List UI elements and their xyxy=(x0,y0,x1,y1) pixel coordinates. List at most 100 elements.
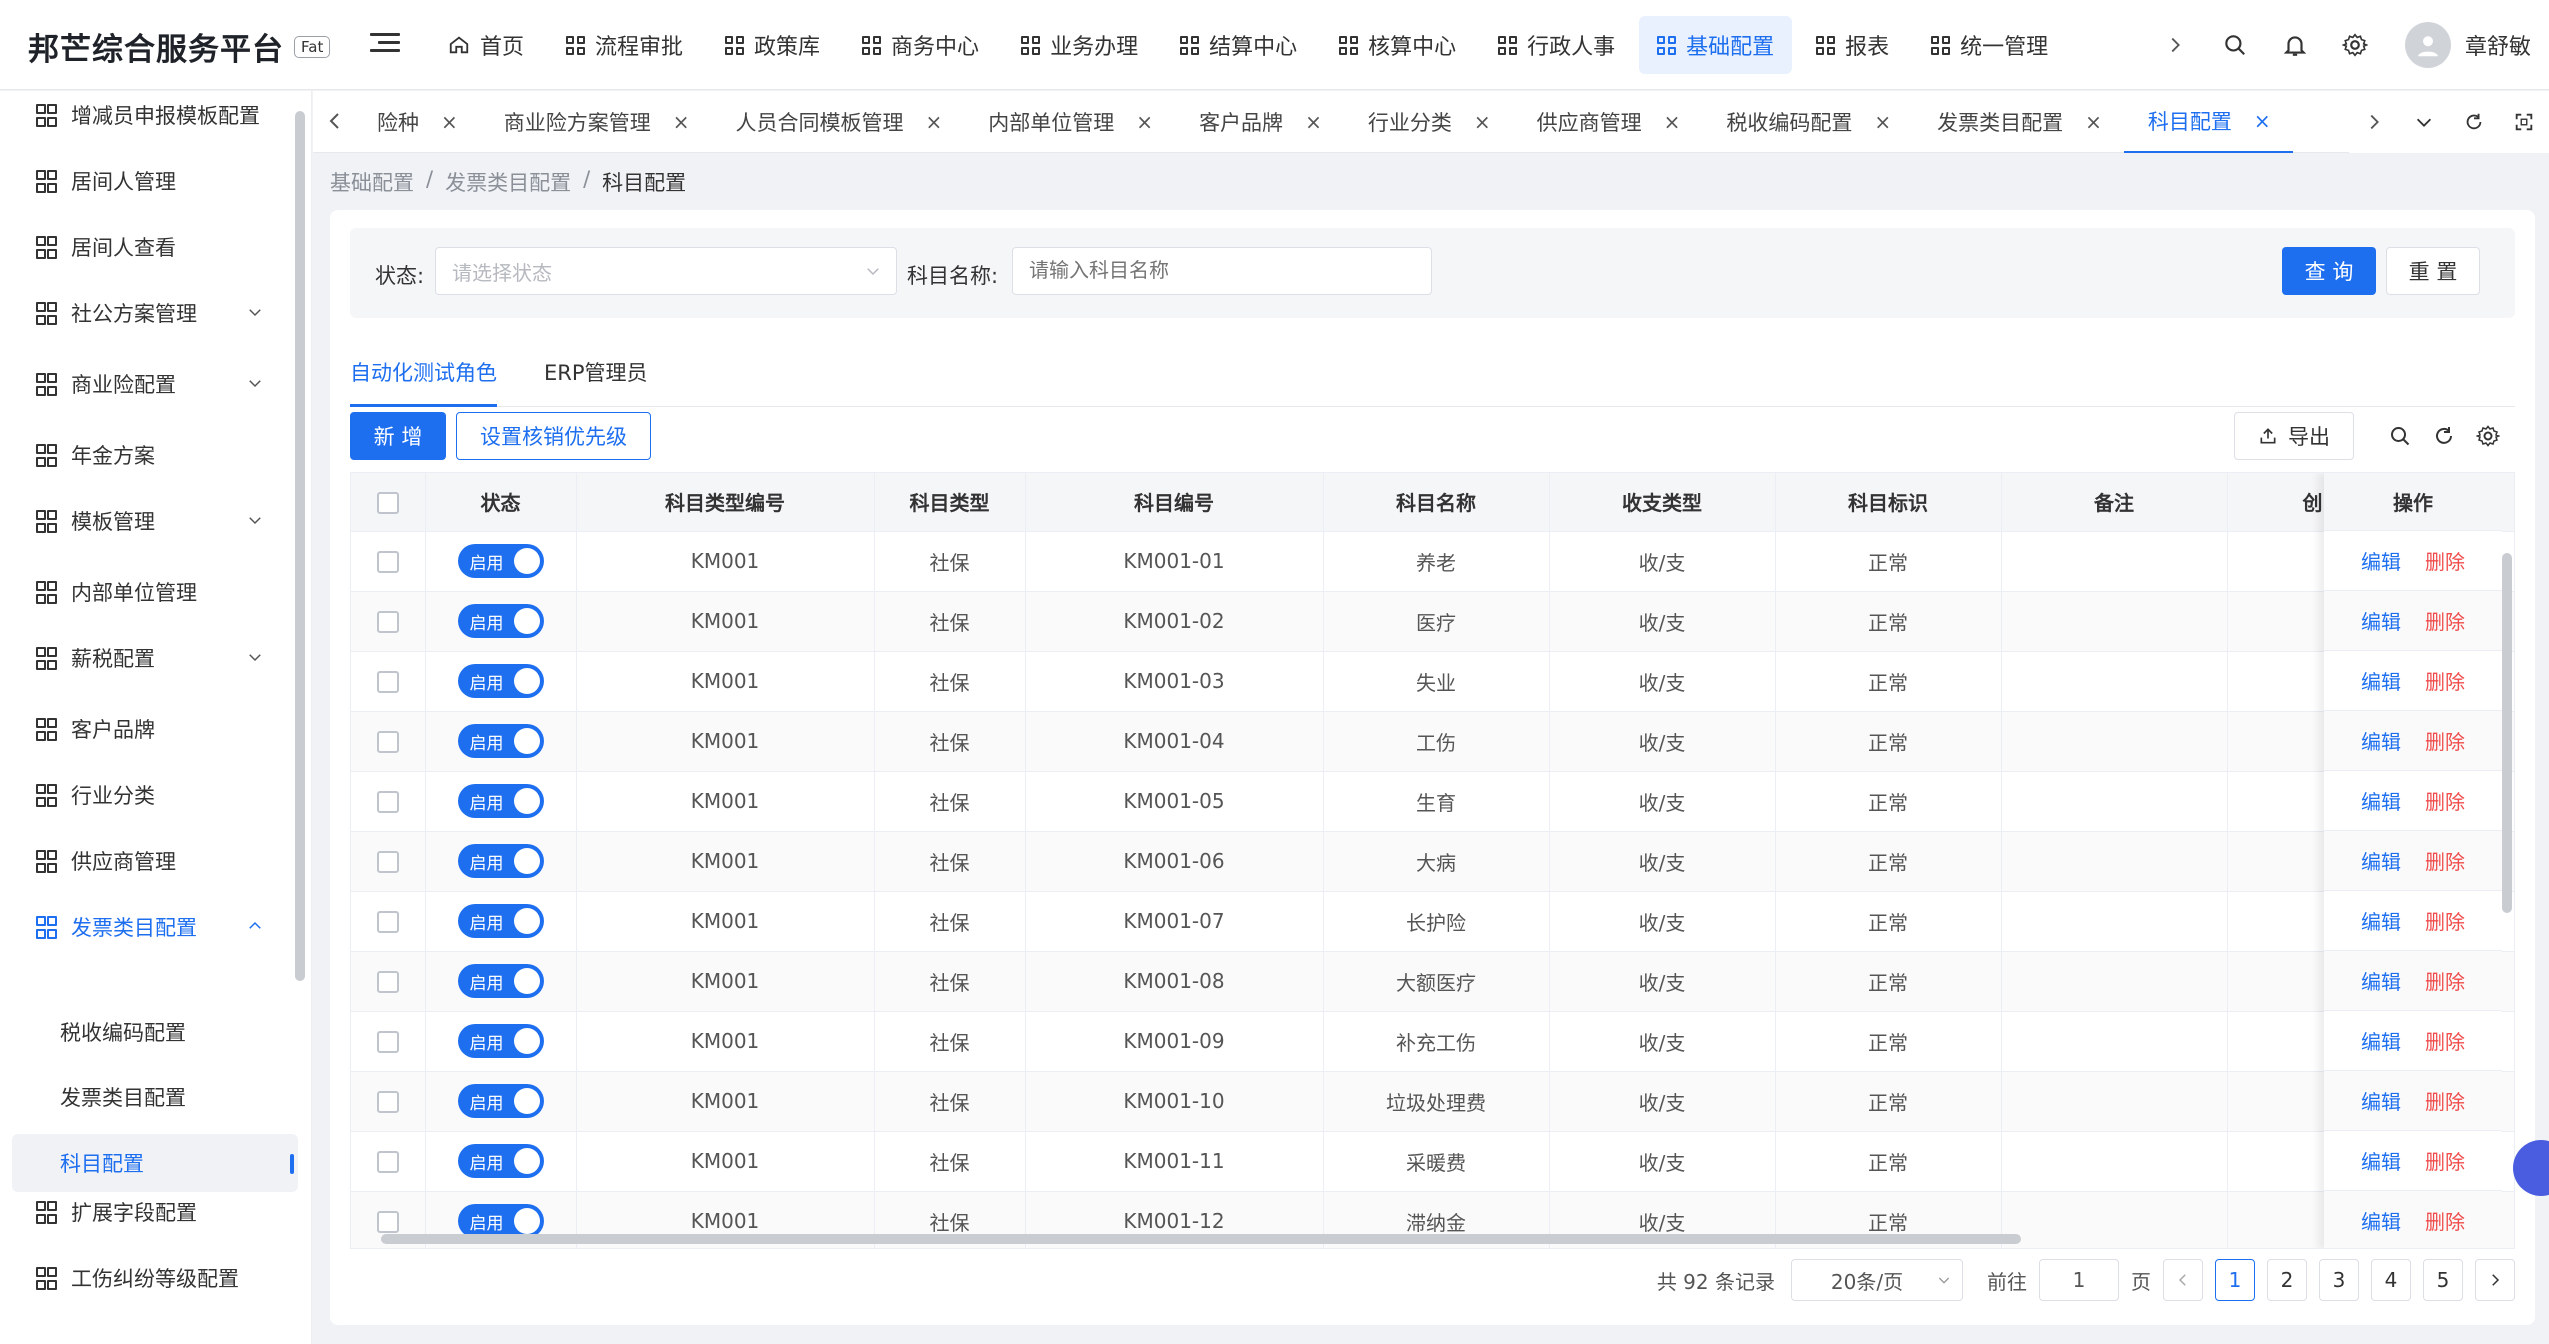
status-toggle[interactable]: 启用 xyxy=(457,1084,544,1118)
close-icon[interactable]: × xyxy=(1136,110,1153,134)
tabs-dropdown-icon[interactable] xyxy=(2399,97,2449,147)
page-size-select[interactable]: 20条/页 xyxy=(1791,1259,1963,1301)
sidebar-item[interactable]: 居间人查看 xyxy=(0,219,290,275)
edit-link[interactable]: 编辑 xyxy=(2361,966,2401,995)
status-select[interactable]: 请选择状态 xyxy=(435,247,897,295)
edit-link[interactable]: 编辑 xyxy=(2361,1206,2401,1235)
select-all-checkbox[interactable] xyxy=(376,492,399,514)
col-header[interactable]: 收支类型 xyxy=(1549,473,1776,532)
status-toggle[interactable]: 启用 xyxy=(457,664,544,698)
sidebar-scrollbar[interactable] xyxy=(295,111,305,981)
table-search-icon[interactable] xyxy=(2382,418,2418,454)
delete-link[interactable]: 删除 xyxy=(2425,726,2465,755)
status-toggle[interactable]: 启用 xyxy=(457,1024,544,1058)
row-checkbox[interactable] xyxy=(376,611,399,634)
close-icon[interactable]: × xyxy=(441,110,458,134)
menu-collapse-icon[interactable] xyxy=(370,28,400,58)
row-checkbox[interactable] xyxy=(376,911,399,934)
page-tab[interactable]: 客户品牌 × xyxy=(1175,91,1344,153)
col-header[interactable]: 科目类型 xyxy=(874,473,1026,532)
page-tab[interactable]: 内部单位管理 × xyxy=(964,91,1175,153)
nav-item[interactable]: 政策库 xyxy=(707,16,838,74)
row-checkbox[interactable] xyxy=(376,1211,399,1234)
breadcrumb-item[interactable]: 基础配置 xyxy=(330,167,414,197)
status-toggle[interactable]: 启用 xyxy=(457,544,544,578)
col-header[interactable]: 创 xyxy=(2227,473,2328,532)
status-toggle[interactable]: 启用 xyxy=(457,964,544,998)
sidebar-item[interactable]: 行业分类 xyxy=(0,767,290,823)
tabs-scroll-right-icon[interactable] xyxy=(2349,97,2399,147)
close-icon[interactable]: × xyxy=(673,110,690,134)
row-checkbox[interactable] xyxy=(376,731,399,754)
close-icon[interactable]: × xyxy=(2085,110,2102,134)
search-icon[interactable] xyxy=(2205,15,2265,75)
delete-link[interactable]: 删除 xyxy=(2425,1026,2465,1055)
col-header[interactable]: 科目名称 xyxy=(1323,473,1550,532)
edit-link[interactable]: 编辑 xyxy=(2361,546,2401,575)
sidebar-item[interactable]: 供应商管理 xyxy=(0,833,290,889)
nav-item[interactable]: 基础配置 xyxy=(1639,16,1793,74)
tab-automation-role[interactable]: 自动化测试角色 xyxy=(350,357,497,407)
prev-page-button[interactable] xyxy=(2163,1259,2203,1301)
delete-link[interactable]: 删除 xyxy=(2425,966,2465,995)
table-row[interactable]: 启用 KM001 社保 KM001-10 垃圾处理费 收/支 正常 xyxy=(351,1071,2514,1132)
table-horizontal-scrollbar[interactable] xyxy=(381,1234,2021,1244)
sidebar-subitem[interactable]: 科目配置 xyxy=(12,1134,298,1192)
status-toggle[interactable]: 启用 xyxy=(457,1144,544,1178)
nav-item[interactable]: 业务办理 xyxy=(1003,16,1156,74)
subject-name-input[interactable] xyxy=(1012,247,1432,295)
table-row[interactable]: 启用 KM001 社保 KM001-02 医疗 收/支 正常 xyxy=(351,591,2514,652)
fullscreen-icon[interactable] xyxy=(2499,97,2549,147)
nav-item[interactable]: 行政人事 xyxy=(1480,16,1633,74)
table-row[interactable]: 启用 KM001 社保 KM001-01 养老 收/支 正常 xyxy=(351,531,2514,592)
nav-item[interactable]: 商务中心 xyxy=(844,16,997,74)
sidebar-item[interactable]: 工伤纠纷等级配置 xyxy=(0,1250,290,1306)
close-icon[interactable]: × xyxy=(1305,110,1322,134)
page-tab[interactable]: 险种 × xyxy=(353,91,480,153)
row-checkbox[interactable] xyxy=(376,1151,399,1174)
row-checkbox[interactable] xyxy=(376,671,399,694)
delete-link[interactable]: 删除 xyxy=(2425,846,2465,875)
gear-icon[interactable] xyxy=(2325,15,2385,75)
sidebar-item[interactable]: 商业险配置 xyxy=(0,356,290,412)
table-row[interactable]: 启用 KM001 社保 KM001-11 采暖费 收/支 正常 xyxy=(351,1131,2514,1192)
sidebar-item[interactable]: 扩展字段配置 xyxy=(0,1184,290,1240)
page-tab[interactable]: 商业险方案管理 × xyxy=(480,91,712,153)
delete-link[interactable]: 删除 xyxy=(2425,666,2465,695)
status-toggle[interactable]: 启用 xyxy=(457,784,544,818)
col-header[interactable]: 状态 xyxy=(425,473,577,532)
row-checkbox[interactable] xyxy=(376,1091,399,1114)
status-toggle[interactable]: 启用 xyxy=(457,724,544,758)
page-tab[interactable]: 行业分类 × xyxy=(1344,91,1513,153)
sidebar-item[interactable]: 年金方案 xyxy=(0,427,290,483)
page-number-button[interactable]: 4 xyxy=(2371,1259,2411,1301)
edit-link[interactable]: 编辑 xyxy=(2361,1086,2401,1115)
table-row[interactable]: 启用 KM001 社保 KM001-03 失业 收/支 正常 xyxy=(351,651,2514,712)
sidebar-subitem[interactable]: 发票类目配置 xyxy=(12,1068,298,1126)
table-row[interactable]: 启用 KM001 社保 KM001-05 生育 收/支 正常 xyxy=(351,771,2514,832)
brand[interactable]: 邦芒综合服务平台 Fat xyxy=(28,24,331,69)
reset-button[interactable]: 重 置 xyxy=(2386,247,2480,295)
col-header[interactable]: 科目类型编号 xyxy=(576,473,875,532)
close-icon[interactable]: × xyxy=(2254,109,2271,133)
next-page-button[interactable] xyxy=(2475,1259,2515,1301)
table-refresh-icon[interactable] xyxy=(2426,418,2462,454)
nav-more-chevron-icon[interactable] xyxy=(2145,15,2205,75)
row-checkbox[interactable] xyxy=(376,551,399,574)
user-name[interactable]: 章舒敏 xyxy=(2465,29,2531,61)
sidebar-item[interactable]: 发票类目配置 xyxy=(0,899,290,955)
page-tab[interactable]: 供应商管理 × xyxy=(1513,91,1703,153)
nav-item[interactable]: 首页 xyxy=(430,16,542,74)
table-row[interactable]: 启用 KM001 社保 KM001-06 大病 收/支 正常 xyxy=(351,831,2514,892)
query-button[interactable]: 查 询 xyxy=(2282,247,2376,295)
sidebar-item[interactable]: 客户品牌 xyxy=(0,701,290,757)
goto-page-input[interactable]: 1 xyxy=(2039,1259,2119,1301)
sidebar-item[interactable]: 薪税配置 xyxy=(0,630,290,686)
col-header[interactable]: 备注 xyxy=(2001,473,2228,532)
sidebar-item[interactable]: 增减员申报模板配置 xyxy=(0,91,290,143)
edit-link[interactable]: 编辑 xyxy=(2361,666,2401,695)
row-checkbox[interactable] xyxy=(376,851,399,874)
nav-item[interactable]: 报表 xyxy=(1798,16,1907,74)
table-row[interactable]: 启用 KM001 社保 KM001-07 长护险 收/支 正常 xyxy=(351,891,2514,952)
bell-icon[interactable] xyxy=(2265,15,2325,75)
